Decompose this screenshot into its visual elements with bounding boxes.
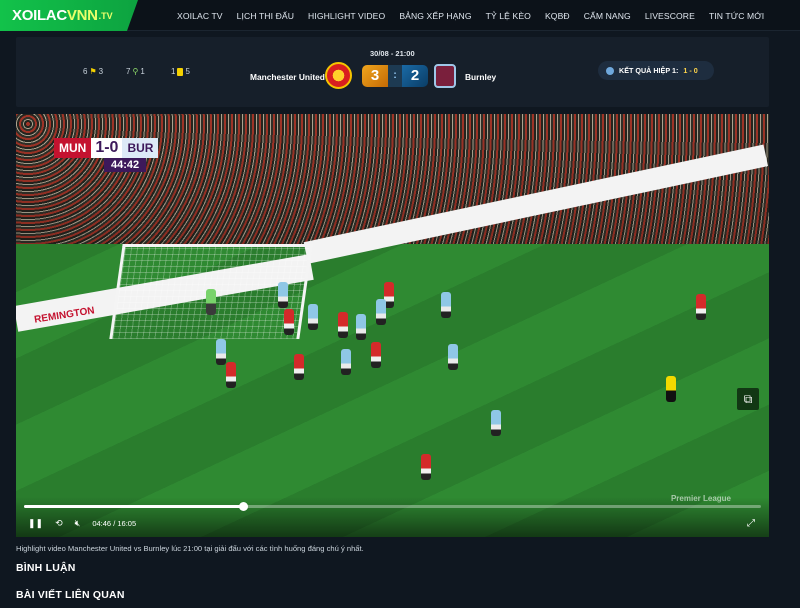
player-figure: [356, 314, 366, 340]
away-team-crest-icon[interactable]: [434, 64, 456, 88]
player-figure: [294, 354, 304, 380]
seek-bar-progress: [24, 505, 243, 508]
control-buttons: ❚❚ ⟲ 🔇︎ 04:46 / 16:05: [28, 518, 136, 529]
comments-heading: BÌNH LUẬN: [16, 562, 76, 574]
logo-text-main: XOILAC: [12, 7, 67, 24]
shots-away: 1: [140, 67, 145, 76]
player-controls: ❚❚ ⟲ 🔇︎ 04:46 / 16:05 ⤢: [16, 497, 769, 537]
away-score: 2: [402, 65, 428, 87]
player-figure: [341, 349, 351, 375]
time-current: 04:46: [92, 519, 112, 528]
halftime-result-badge: KẾT QUẢ HIỆP 1: 1 - 0: [598, 61, 714, 80]
mute-icon[interactable]: 🔇︎: [75, 518, 81, 529]
away-team-name[interactable]: Burnley: [465, 72, 496, 82]
pause-icon[interactable]: ❚❚: [28, 518, 43, 529]
cards-home: 1: [171, 67, 176, 76]
logo-text-domain: .TV: [98, 10, 113, 21]
nav-item-xoilac-tv[interactable]: XOILAC TV: [177, 11, 223, 21]
nav-item-livescore[interactable]: LIVESCORE: [645, 11, 695, 21]
player-figure: [308, 304, 318, 330]
yellow-card-icon: [177, 67, 184, 76]
home-score: 3: [362, 65, 388, 87]
cards-stat: 1 5: [171, 67, 190, 76]
player-figure: [491, 410, 501, 436]
scorebug-away: BUR: [122, 138, 159, 158]
referee-figure: [666, 376, 676, 402]
info-icon: [606, 66, 614, 75]
shots-stat: 7 ⚲ 1: [126, 67, 145, 76]
shots-home: 7: [126, 67, 131, 76]
nav-item-standings[interactable]: BẢNG XẾP HẠNG: [399, 11, 471, 21]
player-figure: [448, 344, 458, 370]
nav-item-highlight[interactable]: HIGHLIGHT VIDEO: [308, 11, 385, 21]
site-logo[interactable]: XOILAC VNN .TV: [0, 0, 138, 31]
match-datetime: 30/08 - 21:00: [370, 49, 415, 58]
nav-item-guide[interactable]: CẨM NANG: [584, 11, 631, 21]
home-team-crest-icon[interactable]: [325, 62, 352, 89]
seek-bar[interactable]: [24, 502, 761, 511]
player-figure: [284, 309, 294, 335]
scorebug-clock: 44:42: [104, 158, 147, 172]
score-separator: :: [388, 65, 402, 87]
broadcast-scorebug: MUN 1-0 BUR: [54, 138, 159, 158]
nav-item-schedule[interactable]: LỊCH THI ĐẤU: [237, 11, 294, 21]
halftime-label: KẾT QUẢ HIỆP 1:: [619, 66, 679, 75]
video-player[interactable]: REMINGTON MUN 1-0 BUR 44:42 Premier Leag…: [16, 114, 769, 537]
time-display: 04:46 / 16:05: [92, 519, 136, 528]
match-score: 3 : 2: [362, 65, 428, 87]
nav-item-results[interactable]: KQBĐ: [545, 11, 570, 21]
player-figure: [371, 342, 381, 368]
corners-away: 3: [98, 67, 104, 76]
player-figure: [278, 282, 288, 308]
time-separator: /: [113, 519, 116, 528]
cards-away: 5: [185, 67, 190, 76]
replay-icon[interactable]: ⟲: [55, 518, 63, 529]
fullscreen-icon[interactable]: ⤢: [747, 518, 755, 529]
boot-icon: ⚲: [132, 67, 139, 76]
corner-flag-icon: ⚑: [89, 67, 97, 76]
player-figure: [226, 362, 236, 388]
nav-item-odds[interactable]: TỶ LỆ KÈO: [486, 11, 531, 21]
seek-handle[interactable]: [238, 502, 248, 511]
logo-text-accent: VNN: [66, 7, 98, 24]
player-figure: [338, 312, 348, 338]
player-figure: [696, 294, 706, 320]
player-figure: [376, 299, 386, 325]
player-figure: [441, 292, 451, 318]
main-nav: XOILAC TV LỊCH THI ĐẤU HIGHLIGHT VIDEO B…: [170, 0, 771, 31]
player-figure: [206, 289, 216, 315]
player-figure: [216, 339, 226, 365]
corners-stat: 6 ⚑ 3: [83, 67, 103, 76]
top-navbar: XOILAC VNN .TV XOILAC TV LỊCH THI ĐẤU HI…: [0, 0, 800, 31]
scorebug-score: 1-0: [91, 138, 123, 158]
time-total: 16:05: [117, 519, 137, 528]
scorebug-home: MUN: [54, 138, 92, 158]
nav-item-news[interactable]: TIN TỨC MỚI: [709, 11, 764, 21]
match-header: 6 ⚑ 3 7 ⚲ 1 1 5 Manchester United 30/08 …: [16, 37, 769, 107]
halftime-value: 1 - 0: [683, 66, 698, 75]
player-figure: [421, 454, 431, 480]
related-articles-heading: BÀI VIẾT LIÊN QUAN: [16, 589, 125, 601]
picture-in-picture-icon[interactable]: ⧉: [737, 388, 759, 410]
home-team-name[interactable]: Manchester United: [250, 72, 325, 82]
corners-home: 6: [83, 67, 88, 76]
video-caption: Highlight video Manchester United vs Bur…: [16, 544, 364, 553]
